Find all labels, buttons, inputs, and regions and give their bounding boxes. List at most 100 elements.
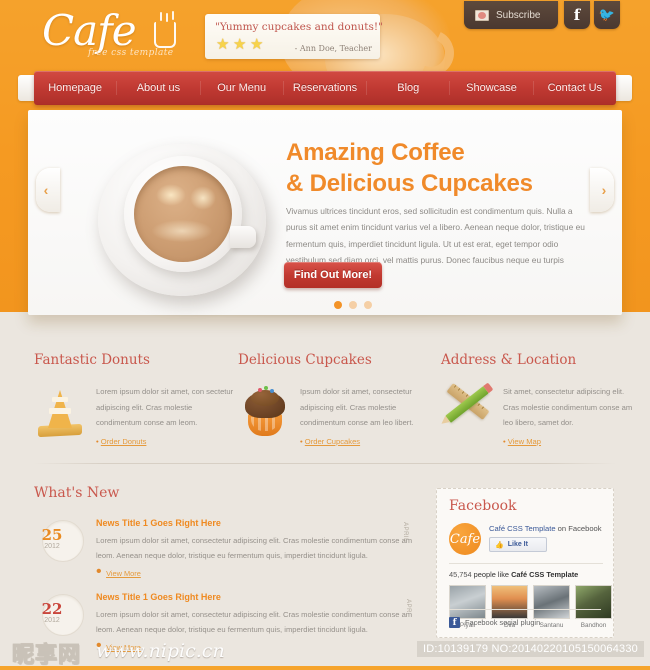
news-date-month: APRIL [402,522,409,542]
news-date-day: 22 [41,600,63,618]
cup-handle-graphic [230,226,256,248]
nav-ribbon-left [18,75,34,101]
chevron-right-icon: › [601,182,607,198]
bottom-accent-bar [0,666,650,670]
bullet-icon: • [96,563,102,581]
cupcake-icon [238,384,290,440]
watermark-logo: 昵享网 [11,642,82,668]
main-navigation: Homepage About us Our Menu Reservations … [18,69,632,107]
bullet-icon: • [96,436,99,446]
testimonial-quote: "Yummy cupcakes and donuts!" [215,21,383,33]
feature-text: Ipsum dolor sit amet, consectetur adipis… [300,387,414,428]
facebook-icon: f [449,617,460,628]
plugin-label: Facebook social plugin [465,618,541,627]
nav-item-showcase[interactable]: Showcase [450,81,534,95]
like-count-number: 45,754 [449,570,472,579]
nav-item-about-us[interactable]: About us [117,81,201,95]
news-date-year: 2012 [44,543,60,550]
thumbs-up-icon: 👍 [495,541,504,549]
feature-text: Lorem ipsum dolor sit amet, con sectetur… [96,387,234,428]
watermark-id: ID:10139179 NO:20140220105150064330 [417,641,644,657]
section-divider [34,463,616,464]
find-out-more-button[interactable]: Find Out More! [284,262,382,288]
view-map-link[interactable]: View Map [508,434,541,450]
facebook-social-plugin-footer: f Facebook social plugin [449,609,601,628]
nav-item-blog[interactable]: Blog [367,81,451,95]
like-button-label: Like It [507,541,528,548]
envelope-icon [475,9,489,21]
facebook-like-count: 45,754 people like Café CSS Template [449,563,603,579]
bullet-icon: • [503,436,506,446]
facebook-page-name[interactable]: Café CSS Template on Facebook [489,524,602,533]
like-count-mid: people like [473,570,512,579]
news-date-month: APR [405,599,412,613]
subscribe-label: Subscribe [496,9,541,21]
page-name-suffix: on Facebook [555,524,602,533]
slider-dot-2[interactable] [349,301,357,309]
feature-title: Fantastic Donuts [34,352,150,368]
feature-title: Delicious Cupcakes [238,352,372,368]
feature-address-location: Address & Location Sit amet, consectetur… [441,352,641,449]
subscribe-button[interactable]: Subscribe [464,1,558,29]
news-excerpt: Lorem ipsum dolor sit amet, consectetur … [96,536,413,561]
feature-text: Sit amet, consectetur adipiscing elit. C… [503,387,633,428]
ruler-pencil-icon [441,383,493,440]
news-item: 25 2012 APRIL News Title 1 Goes Right He… [34,518,419,581]
nav-ribbon-right [616,75,632,101]
nav-item-homepage[interactable]: Homepage [34,81,118,95]
order-donuts-link[interactable]: Order Donuts [101,434,147,450]
testimonial-author: - Ann Doe, Teacher [294,44,372,53]
twitter-button[interactable]: 🐦 [594,1,620,29]
twitter-icon: 🐦 [598,7,616,22]
coffee-cup-icon [154,22,176,48]
crema-highlight-icon [152,220,212,242]
watermark-url: www.nipic.cn [96,640,225,662]
page-name-text: Café CSS Template [489,524,556,533]
order-cupcakes-link[interactable]: Order Cupcakes [305,434,360,450]
page-avatar: Cafe [449,523,481,555]
logo-tagline: free css template [88,48,174,58]
facebook-widget: Facebook Cafe Café CSS Template on Faceb… [436,488,614,638]
feature-fantastic-donuts: Fantastic Donuts Lorem ipsum dolor sit a… [34,352,234,449]
facebook-icon: f [573,6,581,24]
star-icon: ★ [250,36,264,53]
news-title[interactable]: News Title 1 Goes Right Here [96,518,419,528]
nav-item-our-menu[interactable]: Our Menu [201,81,284,95]
slider-pagination [334,301,372,309]
news-date-year: 2012 [44,617,60,624]
like-count-page: Café CSS Template [511,570,579,579]
whats-new-heading: What's New [34,485,120,501]
star-icon: ★ [216,36,230,53]
testimonial-card: "Yummy cupcakes and donuts!" ★ ★ ★ - Ann… [205,14,383,59]
nav-item-reservations[interactable]: Reservations [284,81,368,95]
slider-prev-button[interactable]: ‹ [36,168,60,212]
coffee-surface-graphic [134,166,232,262]
feature-title: Address & Location [441,352,577,368]
crema-highlight-icon [156,184,186,206]
rating-stars: ★ ★ ★ [216,36,264,53]
bullet-icon: • [300,436,303,446]
star-icon: ★ [233,36,247,53]
facebook-widget-title: Facebook [449,498,517,514]
facebook-button[interactable]: f [564,1,590,29]
view-more-link[interactable]: View More [106,569,141,578]
news-excerpt: Lorem ipsum dolor sit amet, consectetur … [96,610,413,635]
hero-coffee-photo [90,128,282,308]
feature-delicious-cupcakes: Delicious Cupcakes Ipsum dolor sit amet,… [238,352,438,449]
hero-title-line-1: Amazing Coffee [286,139,465,166]
news-date-day: 25 [41,526,63,544]
hero-title: Amazing Coffee & Delicious Cupcakes [286,138,533,199]
crema-highlight-icon [190,186,216,210]
slider-dot-1[interactable] [334,301,342,309]
features-section: Fantastic Donuts Lorem ipsum dolor sit a… [0,352,650,462]
steam-icon [160,12,162,21]
hero-title-line-2: & Delicious Cupcakes [286,169,533,197]
slider-dot-3[interactable] [364,301,372,309]
nav-bar: Homepage About us Our Menu Reservations … [34,71,616,105]
nav-item-contact-us[interactable]: Contact Us [534,81,616,95]
slider-next-button[interactable]: › [590,168,614,212]
news-item: 22 2012 APR News Title 1 Goes Right Here… [34,592,419,655]
news-title[interactable]: News Title 1 Goes Right Here [96,592,419,602]
like-button[interactable]: 👍 Like It [489,537,547,552]
hero-slider: ‹ › Amazing Coffee & Delicious Cupcakes … [28,110,622,315]
